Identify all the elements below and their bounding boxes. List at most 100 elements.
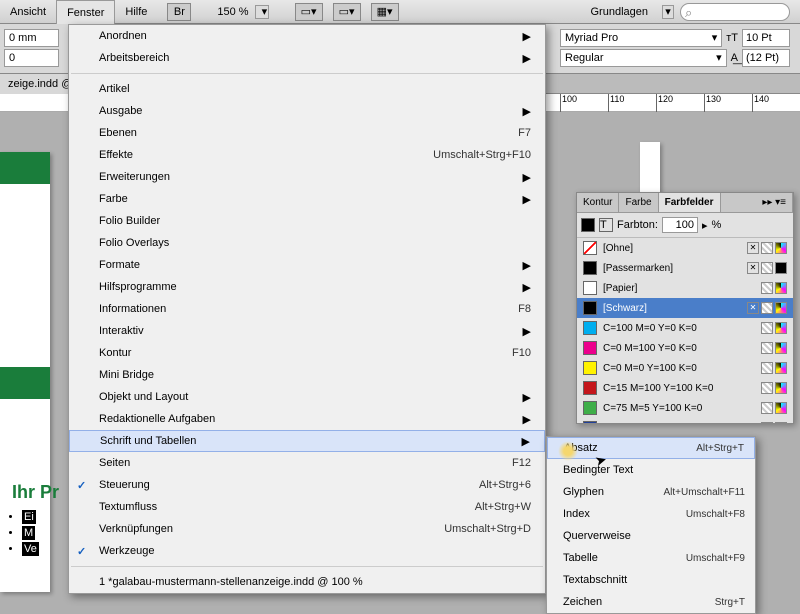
color-type-icon <box>761 342 773 354</box>
menu-item[interactable]: Mini Bridge <box>69 364 545 386</box>
tab-farbfelder[interactable]: Farbfelder <box>659 193 721 212</box>
menu-item[interactable]: InformationenF8 <box>69 298 545 320</box>
menu-item[interactable]: Anordnen▶ <box>69 25 545 47</box>
menu-item[interactable]: Ausgabe▶ <box>69 100 545 122</box>
submenu-item[interactable]: GlyphenAlt+Umschalt+F11 <box>547 481 755 503</box>
submenu-shortcut: Alt+Umschalt+F11 <box>663 487 745 498</box>
menu-item[interactable]: KonturF10 <box>69 342 545 364</box>
tint-field[interactable]: 100 <box>662 217 698 233</box>
submenu-item[interactable]: TabelleUmschalt+F9 <box>547 547 755 569</box>
menu-item[interactable]: ✓SteuerungAlt+Strg+6 <box>69 474 545 496</box>
submenu-item[interactable]: Textabschnitt <box>547 569 755 591</box>
submenu-arrow-icon: ▶ <box>521 413 531 426</box>
menu-item[interactable]: ✓Werkzeuge <box>69 540 545 562</box>
menu-fenster[interactable]: Fenster <box>56 0 115 24</box>
menu-ansicht[interactable]: Ansicht <box>0 0 56 24</box>
menu-item[interactable]: Folio Builder <box>69 210 545 232</box>
menu-item[interactable]: Objekt und Layout▶ <box>69 386 545 408</box>
menu-shortcut: F8 <box>518 303 531 315</box>
menu-item-label: Erweiterungen <box>99 171 521 183</box>
swatch-icons <box>761 342 787 354</box>
swatch-row[interactable]: C=0 M=100 Y=0 K=0 <box>577 338 793 358</box>
swatch-row[interactable]: [Passermarken]✕ <box>577 258 793 278</box>
menu-item-label: Schrift und Tabellen <box>100 435 520 447</box>
menu-shortcut: F7 <box>518 127 531 139</box>
submenu-arrow-icon: ▶ <box>521 259 531 272</box>
search-input[interactable] <box>680 3 790 21</box>
view-options-button[interactable]: ▦▾ <box>371 3 399 21</box>
menu-shortcut: Umschalt+Strg+D <box>444 523 531 535</box>
swatch-row[interactable]: C=100 M=0 Y=0 K=0 <box>577 318 793 338</box>
menu-item[interactable]: Hilfsprogramme▶ <box>69 276 545 298</box>
menu-item[interactable]: TextumflussAlt+Strg+W <box>69 496 545 518</box>
menu-item[interactable]: Interaktiv▶ <box>69 320 545 342</box>
font-style-select[interactable]: Regular▾ <box>560 49 727 67</box>
swatch-name: C=100 M=90 Y=10 K=0 <box>603 423 755 424</box>
fill-stroke-icon[interactable] <box>581 218 595 232</box>
ruler-tick: 130 <box>704 94 752 112</box>
swatch-row[interactable]: [Ohne]✕ <box>577 238 793 258</box>
menu-item[interactable]: Arbeitsbereich▶ <box>69 47 545 69</box>
menu-item[interactable]: Farbe▶ <box>69 188 545 210</box>
swatch-row[interactable]: C=75 M=5 Y=100 K=0 <box>577 398 793 418</box>
swatch-name: C=0 M=100 Y=0 K=0 <box>603 343 755 354</box>
tab-farbe[interactable]: Farbe <box>619 193 658 212</box>
color-type-icon <box>761 322 773 334</box>
menu-item-label: Mini Bridge <box>99 369 531 381</box>
menu-item[interactable]: Formate▶ <box>69 254 545 276</box>
submenu-item[interactable]: Querverweise <box>547 525 755 547</box>
menu-item[interactable]: Schrift und Tabellen▶ <box>69 430 545 452</box>
menu-hilfe[interactable]: Hilfe <box>115 0 157 24</box>
menu-item[interactable]: Artikel <box>69 78 545 100</box>
workspace-selector[interactable]: Grundlagen <box>583 6 657 18</box>
submenu-item[interactable]: ZeichenStrg+T <box>547 591 755 613</box>
panel-expand-icon[interactable]: ▸▸ ▾≡ <box>756 193 793 212</box>
zoom-selector[interactable]: 150 % ▾ <box>211 5 268 19</box>
swatch-chip <box>583 401 597 415</box>
menu-shortcut: F10 <box>512 347 531 359</box>
menu-item[interactable]: VerknüpfungenUmschalt+Strg+D <box>69 518 545 540</box>
tint-label: Farbton: <box>617 219 658 231</box>
screen-mode-button[interactable]: ▭▾ <box>295 3 323 21</box>
swatch-name: [Schwarz] <box>603 303 741 314</box>
swatch-icons <box>761 362 787 374</box>
lock-icon: ✕ <box>747 242 759 254</box>
submenu-label: Zeichen <box>563 596 715 608</box>
color-type-icon <box>761 422 773 423</box>
menu-item-label: Ausgabe <box>99 105 521 117</box>
menu-item-label: Informationen <box>99 303 518 315</box>
arrange-button[interactable]: ▭▾ <box>333 3 361 21</box>
bridge-button[interactable]: Br <box>167 3 191 21</box>
swatch-row[interactable]: [Papier] <box>577 278 793 298</box>
ruler-tick: 140 <box>752 94 800 112</box>
submenu-item[interactable]: IndexUmschalt+F8 <box>547 503 755 525</box>
swatch-row[interactable]: C=0 M=0 Y=100 K=0 <box>577 358 793 378</box>
formatting-text-icon[interactable]: T <box>599 218 613 232</box>
menu-item[interactable]: Folio Overlays <box>69 232 545 254</box>
swatch-row[interactable]: C=15 M=100 Y=100 K=0 <box>577 378 793 398</box>
menu-item-label: Objekt und Layout <box>99 391 521 403</box>
tab-kontur[interactable]: Kontur <box>577 193 619 212</box>
menu-item[interactable]: SeitenF12 <box>69 452 545 474</box>
leading-field[interactable]: (12 Pt) <box>742 49 790 67</box>
menu-item[interactable]: Erweiterungen▶ <box>69 166 545 188</box>
menu-item-label: Hilfsprogramme <box>99 281 521 293</box>
menu-item[interactable]: EbenenF7 <box>69 122 545 144</box>
menu-item[interactable]: 1 *galabau-mustermann-stellenanzeige.ind… <box>69 571 545 593</box>
x-field[interactable]: 0 mm <box>4 29 59 47</box>
chevron-down-icon[interactable]: ▾ <box>255 5 269 19</box>
menu-item[interactable]: EffekteUmschalt+Strg+F10 <box>69 144 545 166</box>
font-size-field[interactable]: 10 Pt <box>742 29 790 47</box>
font-family-select[interactable]: Myriad Pro▾ <box>560 29 722 47</box>
swatch-name: C=100 M=0 Y=0 K=0 <box>603 323 755 334</box>
submenu-item[interactable]: AbsatzAlt+Strg+T <box>547 437 755 459</box>
menu-item[interactable]: Redaktionelle Aufgaben▶ <box>69 408 545 430</box>
chevron-down-icon[interactable]: ▾ <box>662 5 674 19</box>
menu-item-label: Ebenen <box>99 127 518 139</box>
submenu-item[interactable]: Bedingter Text <box>547 459 755 481</box>
swatch-row[interactable]: C=100 M=90 Y=10 K=0 <box>577 418 793 423</box>
swatch-chip <box>583 341 597 355</box>
menu-item-label: Seiten <box>99 457 512 469</box>
swatch-row[interactable]: [Schwarz]✕ <box>577 298 793 318</box>
y-field[interactable]: 0 <box>4 49 59 67</box>
